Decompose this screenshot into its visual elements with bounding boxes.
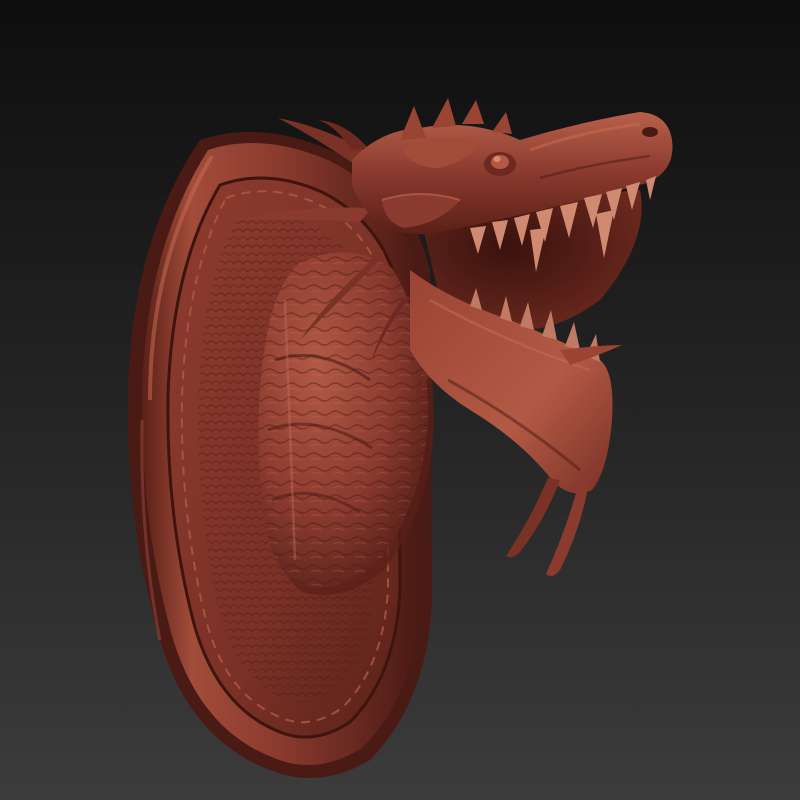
sculpt-viewport bbox=[0, 0, 800, 800]
dragon-trophy-render bbox=[0, 0, 800, 800]
nostril bbox=[642, 127, 658, 137]
